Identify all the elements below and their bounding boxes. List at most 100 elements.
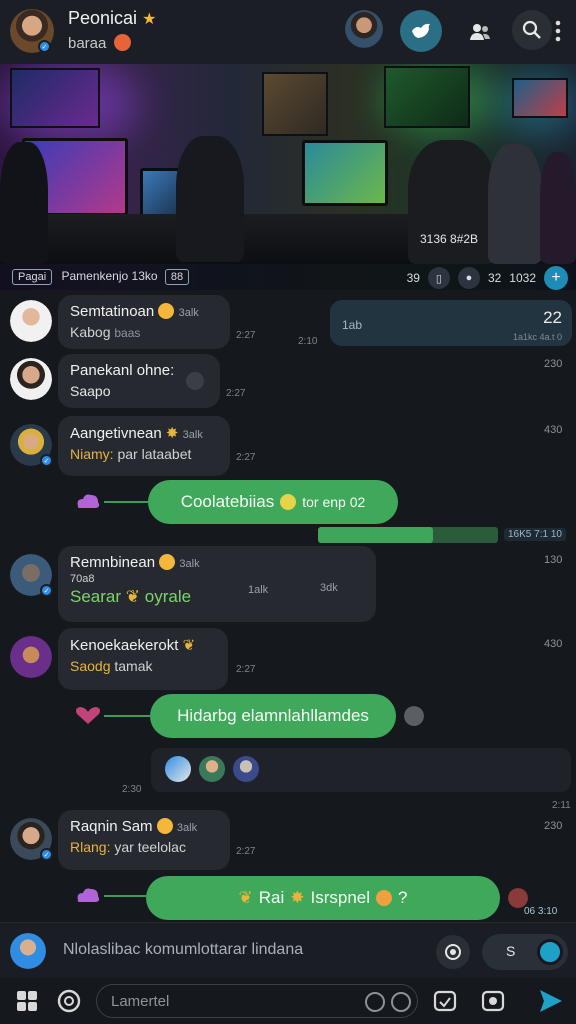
reply-connector	[104, 501, 148, 503]
sender-avatar[interactable]	[10, 300, 52, 342]
banner-count: 32	[487, 271, 502, 285]
wall-poster	[512, 78, 568, 118]
star-icon: ✸	[165, 425, 179, 442]
message-bubble[interactable]: Panekanl ohne: Saapo	[58, 354, 220, 408]
emoji-icon	[159, 554, 176, 570]
progress-label: 16K5 7:1 10	[504, 528, 566, 541]
outgoing-green-message[interactable]: Coolatebiias tor enp 02	[148, 480, 398, 524]
verified-badge-icon: ✓	[40, 848, 53, 861]
banner-count: 1032	[509, 271, 536, 285]
outgoing-message-bubble[interactable]: 1ab 22 1a1kc 4a.t 0	[330, 300, 572, 346]
message-input[interactable]: Lamertel	[96, 984, 418, 1018]
sender-name: Raqnin Sam	[70, 818, 153, 835]
message-time: 430	[544, 424, 563, 436]
sender-name-row: Semtatinoan 3alk	[70, 303, 218, 320]
message-text: Saodg tamak	[70, 658, 216, 674]
verified-badge-icon: ✓	[40, 584, 53, 597]
emoji-icon	[280, 494, 297, 510]
message-bubble[interactable]: Kenoekaekerokt ❦ Saodg tamak	[58, 628, 228, 690]
camera-button[interactable]	[436, 935, 470, 969]
emoji-icon[interactable]	[365, 992, 385, 1012]
chat-button[interactable]	[56, 988, 82, 1014]
send-button[interactable]	[538, 988, 564, 1014]
participant-avatar[interactable]	[165, 756, 191, 782]
send-icon	[540, 990, 562, 1012]
mode-toggle[interactable]: S	[482, 934, 568, 970]
plus-icon[interactable]: +	[544, 266, 568, 290]
wall-poster	[10, 68, 100, 128]
chat-subtitle-text: baraa	[68, 35, 107, 52]
gaming-chair	[540, 152, 576, 264]
gamer-silhouette	[0, 142, 48, 264]
home-icon	[17, 991, 37, 1011]
sender-avatar[interactable]	[10, 358, 52, 400]
sticker-icon[interactable]	[391, 992, 411, 1012]
message-time: 2:11	[552, 800, 571, 811]
upload-progress: 16K5 7:1 10	[318, 527, 572, 543]
read-receipt-avatar	[404, 706, 424, 726]
avatar-small-icon[interactable]: ●	[457, 267, 480, 289]
pinned-media-banner[interactable]: 3136 8#2B Pagai Pamenkenjo 13ko 88 39 ▯ …	[0, 64, 576, 290]
emoji-icon	[156, 818, 173, 834]
chat-icon	[57, 989, 81, 1013]
gallery-button[interactable]	[480, 988, 506, 1014]
message-time: 230	[544, 820, 563, 832]
cloud-reaction-icon[interactable]	[74, 884, 102, 906]
heart-reaction-icon[interactable]	[74, 704, 102, 726]
sender-avatar[interactable]	[10, 636, 52, 678]
outgoing-green-message[interactable]: ❦ Rai ✸ Isrspnel ?	[146, 876, 500, 920]
participant-avatar[interactable]	[199, 756, 225, 782]
chat-title[interactable]: Peonicai ★	[68, 8, 156, 29]
message-time: 2:10	[298, 336, 318, 347]
bird-icon	[412, 23, 430, 38]
progress-fill	[318, 527, 433, 543]
sender-name: Aangetivnean	[70, 425, 162, 442]
message-bubble[interactable]: Remnbinean 3alk 70a8 Searar ❦ oyrale 1al…	[58, 546, 376, 622]
message-text-part: par lataabet	[117, 446, 192, 462]
sender-tag: 3alk	[178, 307, 199, 319]
message-bubble[interactable]: Raqnin Sam 3alk Rlang: yar teelolac	[58, 810, 230, 870]
message-text: Coolatebiias	[180, 492, 275, 511]
more-button[interactable]	[548, 14, 568, 48]
message-text-part: yar teelolac	[114, 839, 186, 855]
participants-strip[interactable]	[151, 748, 571, 792]
message-bubble[interactable]: Semtatinoan 3alk Kabog baas	[58, 295, 230, 349]
cloud-reaction-icon[interactable]	[74, 490, 102, 512]
message-bubble[interactable]: Aangetivnean ✸ 3alk Niamy: par lataabet	[58, 416, 230, 476]
message-time: 130	[544, 554, 563, 566]
bird-button[interactable]	[400, 10, 442, 52]
message-text-part: Rlang:	[70, 839, 111, 855]
sender-name-row: Kenoekaekerokt ❦	[70, 636, 216, 654]
participant-avatar[interactable]	[233, 756, 259, 782]
banner-actions: 39 ▯ ● 32 1032 +	[407, 266, 568, 290]
toggle-knob[interactable]	[537, 939, 563, 965]
home-button[interactable]	[14, 988, 40, 1014]
sender-name-row: Aangetivnean ✸ 3alk	[70, 424, 218, 442]
app-header: ✓ Peonicai ★ baraa	[0, 0, 576, 64]
composer-bar: Nlolaslibac komumlottarar lindana S	[0, 922, 576, 978]
banner-chip: 13ko	[131, 269, 158, 283]
more-vertical-icon	[555, 20, 561, 42]
message-text: Hidarbg elamnlahllamdes	[177, 706, 369, 725]
sender-name: Panekanl ohne:	[70, 362, 175, 379]
message-text: Niamy: par lataabet	[70, 446, 218, 462]
message-text: tor enp 02	[302, 494, 366, 510]
reply-connector	[104, 715, 150, 717]
peer-avatar[interactable]	[345, 10, 383, 48]
composer-text[interactable]: Nlolaslibac komumlottarar lindana	[63, 941, 303, 959]
sender-name-row: Remnbinean 3alk	[70, 554, 364, 571]
bookmark-icon[interactable]: ▯	[427, 267, 450, 289]
message-text-part: Niamy:	[70, 446, 114, 462]
read-receipt-avatar	[508, 888, 528, 908]
search-icon	[522, 20, 541, 39]
own-avatar[interactable]	[10, 933, 46, 969]
search-button[interactable]	[512, 10, 552, 50]
outgoing-green-message[interactable]: Hidarbg elamnlahllamdes	[150, 694, 396, 738]
message-text-part: Saodg	[70, 658, 111, 674]
chat-subtitle: baraa	[68, 34, 131, 52]
message-text: Kabog baas	[70, 324, 218, 340]
emoji-icon	[113, 34, 131, 51]
image-button[interactable]	[432, 988, 458, 1014]
image-icon	[433, 990, 457, 1012]
members-button[interactable]	[460, 12, 500, 52]
